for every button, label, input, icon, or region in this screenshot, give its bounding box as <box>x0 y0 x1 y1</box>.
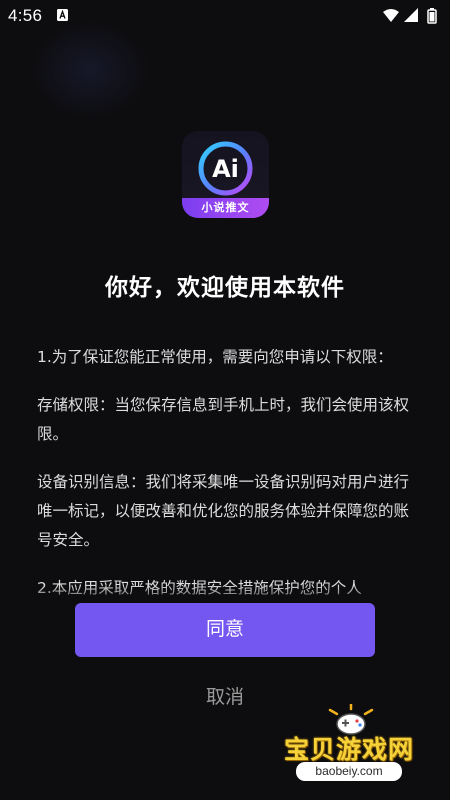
permission-paragraph: 设备识别信息：我们将采集唯一设备识别码对用户进行唯一标记，以便改善和优化您的服务… <box>37 473 410 549</box>
welcome-title: 你好，欢迎使用本软件 <box>105 275 345 301</box>
watermark-text: 宝贝游戏网 <box>283 735 414 764</box>
app-icon: Ai 小说推文 <box>182 131 269 218</box>
status-time: 4:56 <box>8 6 43 25</box>
ai-logo-text: Ai <box>212 155 239 183</box>
status-bar: 4:56 <box>0 0 450 32</box>
watermark-url: baobeiy.com <box>296 762 402 781</box>
cellular-icon <box>404 8 418 22</box>
watermark: 宝贝游戏网 baobeiy.com <box>270 704 440 790</box>
background-glow <box>30 20 150 120</box>
permission-text-scroll[interactable]: 1.为了保证您能正常使用，需要向您申请以下权限： 存储权限：当您保存信息到手机上… <box>37 343 415 601</box>
cancel-button[interactable]: 取消 <box>175 678 275 718</box>
notification-a-icon <box>57 9 68 21</box>
permission-paragraph: 存储权限：当您保存信息到手机上时，我们会使用该权限。 <box>37 396 410 443</box>
permission-paragraph: 1.为了保证您能正常使用，需要向您申请以下权限： <box>37 348 393 366</box>
app-icon-banner: 小说推文 <box>182 198 269 218</box>
permission-screen: 4:56 Ai 小说推文 你好，欢迎使用本软件 1.为了保证您能正常使用，需要向… <box>0 0 450 800</box>
ai-logo-icon: Ai <box>198 141 253 196</box>
agree-button[interactable]: 同意 <box>75 603 375 657</box>
status-right-icons <box>383 8 437 24</box>
wifi-icon <box>383 9 399 22</box>
battery-icon <box>427 8 437 24</box>
scroll-fade <box>0 585 450 605</box>
